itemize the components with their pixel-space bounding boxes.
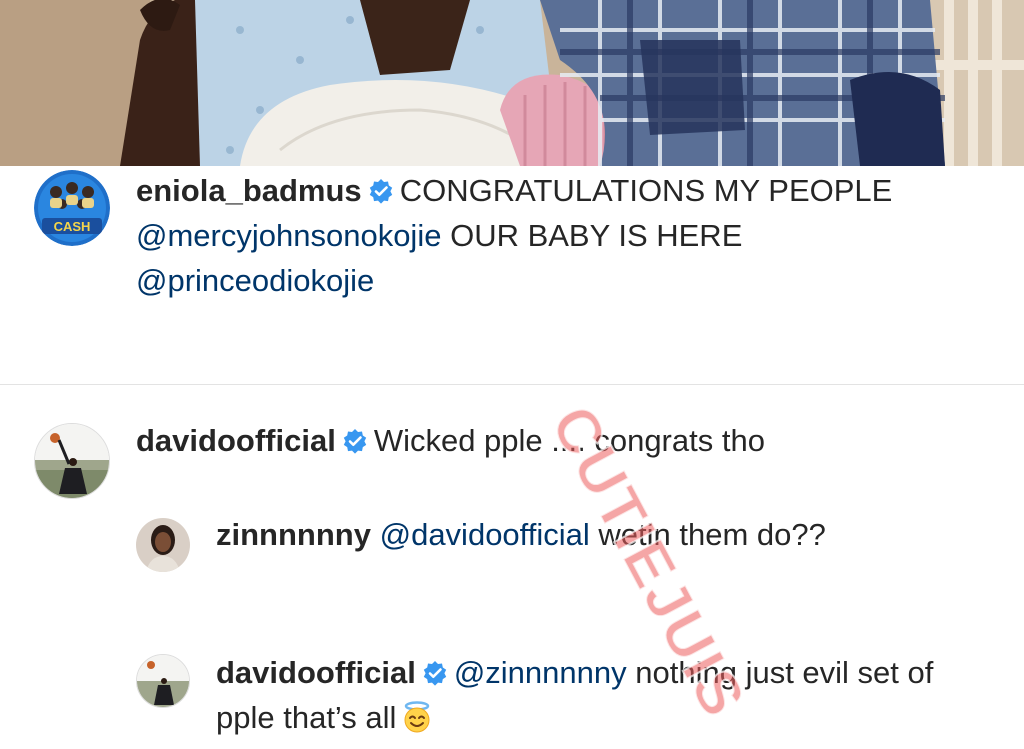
reply-username[interactable]: davidoofficial	[216, 655, 416, 690]
comment-username[interactable]: davidoofficial	[136, 423, 336, 458]
reply-avatar-zinnnnnny[interactable]	[136, 518, 190, 572]
reply-mention[interactable]: @davidoofficial	[380, 517, 590, 552]
smiling-face-with-halo-icon	[404, 701, 430, 733]
reply-text: wetin them do??	[598, 517, 826, 552]
reply-mention[interactable]: @zinnnnnny	[454, 655, 627, 690]
caption-mention-1[interactable]: @mercyjohnsonokojie	[136, 218, 441, 253]
comment-text: Wicked pple .... congrats tho	[373, 423, 765, 458]
comment-body: davidoofficial Wicked pple .... congrats …	[136, 418, 996, 463]
caption-text-1: CONGRATULATIONS MY PEOPLE	[399, 173, 893, 208]
comment-avatar-davidoofficial[interactable]	[34, 423, 110, 499]
reply-body: zinnnnnny @davidoofficial wetin them do?…	[216, 512, 936, 557]
caption-username[interactable]: eniola_badmus	[136, 173, 362, 208]
reply-username[interactable]: zinnnnnny	[216, 517, 371, 552]
reply-avatar-davidoofficial[interactable]	[136, 654, 190, 708]
caption-mention-2[interactable]: @princeodiokojie	[136, 263, 374, 298]
post-caption: eniola_badmus CONGRATULATIONS MY PEOPLE @…	[136, 168, 1006, 303]
reply-body: davidoofficial @zinnnnnny nothing just ev…	[216, 650, 976, 740]
post-photo[interactable]	[0, 0, 1024, 166]
verified-badge-icon	[369, 179, 392, 204]
caption-text-2: OUR BABY IS HERE	[450, 218, 743, 253]
section-divider	[0, 384, 1024, 385]
caption-avatar[interactable]: CASH	[34, 170, 110, 246]
verified-badge-icon	[343, 429, 367, 454]
avatar-logo-text: CASH	[54, 219, 91, 234]
verified-badge-icon	[423, 661, 447, 686]
